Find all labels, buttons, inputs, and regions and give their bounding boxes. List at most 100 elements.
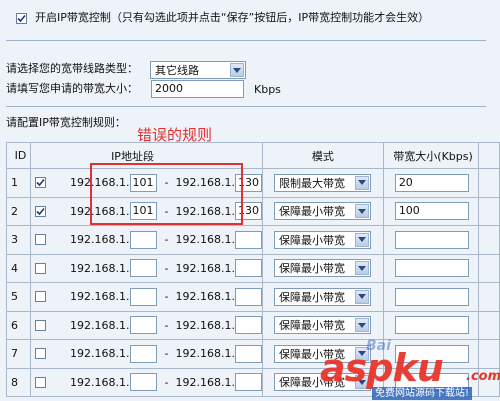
- divider-middle: [6, 106, 486, 107]
- enable-bandwidth-control-label: 开启IP带宽控制（只有勾选此项并点击“保存”按钮后，IP带宽控制功能才会生效）: [35, 11, 430, 24]
- ip-start-input[interactable]: [129, 316, 157, 335]
- ip-end-input[interactable]: [234, 316, 262, 335]
- row-bandwidth-cell: 20: [382, 168, 480, 198]
- bandwidth-limit-input[interactable]: [394, 259, 469, 278]
- row-spare-cell: [478, 310, 500, 340]
- row-id-cell: 4: [5, 253, 32, 283]
- row-id: 2: [11, 204, 18, 218]
- row-spare-cell: [478, 253, 500, 283]
- chevron-down-icon: [230, 63, 244, 77]
- line-type-label: 请选择您的宽带线路类型：: [6, 62, 138, 75]
- ip-end-prefix: 192.168.1.: [175, 261, 235, 275]
- watermark-slogan: 免费网站源码下载站!: [372, 387, 473, 400]
- row-ip-cell: 192.168.1. -192.168.1.: [30, 367, 263, 397]
- ip-end-input[interactable]: [234, 344, 262, 363]
- ip-start-input[interactable]: [129, 373, 157, 392]
- row-enable-checkbox[interactable]: [35, 348, 47, 360]
- ip-end-prefix: 192.168.1.: [175, 347, 235, 361]
- row-enable-checkbox[interactable]: [35, 291, 47, 303]
- mode-select[interactable]: 保障最小带宽: [273, 287, 371, 306]
- row-ip-cell: 192.168.1. -192.168.1.: [30, 282, 263, 312]
- table-row: 4 192.168.1. -192.168.1. 保障最小带宽: [5, 253, 500, 283]
- ip-range-dash: -: [164, 375, 169, 389]
- mode-selected-value: 保障最小带宽: [278, 262, 345, 276]
- row-enable-checkbox[interactable]: [35, 262, 47, 274]
- ip-start-input[interactable]: [129, 287, 157, 306]
- enable-bandwidth-control-checkbox[interactable]: [16, 13, 27, 24]
- checkmark-icon: [17, 14, 26, 23]
- line-type-selected-value: 其它线路: [155, 64, 199, 77]
- mode-select[interactable]: 保障最小带宽: [273, 202, 371, 221]
- ip-end-input[interactable]: [234, 230, 262, 249]
- mode-selected-value: 保障最小带宽: [278, 319, 345, 333]
- row-id-cell: 8: [5, 367, 32, 397]
- ip-end-prefix: 192.168.1.: [175, 233, 235, 247]
- mode-select[interactable]: 保障最小带宽: [273, 316, 371, 335]
- ip-end-input[interactable]: [234, 287, 262, 306]
- ip-end-input[interactable]: [234, 373, 262, 392]
- row-id-cell: 7: [5, 339, 32, 369]
- ip-start-prefix: 192.168.1.: [70, 290, 130, 304]
- mode-select[interactable]: 保障最小带宽: [273, 259, 371, 278]
- row-mode-cell: 保障最小带宽: [261, 196, 384, 226]
- ip-start-input[interactable]: [129, 259, 157, 278]
- bandwidth-label: 请填写您申请的带宽大小：: [6, 82, 138, 95]
- ip-range-dash: -: [164, 261, 169, 275]
- bandwidth-unit: Kbps: [254, 83, 281, 96]
- bandwidth-input[interactable]: 2000: [151, 80, 244, 98]
- site-watermark: aspku .com Bai 免费网站源码下载站!: [318, 338, 500, 401]
- row-bandwidth-cell: [382, 310, 480, 340]
- row-enable-checkbox[interactable]: [35, 319, 47, 331]
- row-id: 4: [11, 261, 18, 275]
- mode-select[interactable]: 保障最小带宽: [273, 230, 371, 249]
- row-enable-checkbox[interactable]: [35, 205, 47, 217]
- mode-selected-value: 保障最小带宽: [278, 205, 345, 219]
- bandwidth-limit-input[interactable]: [394, 316, 469, 335]
- ip-range-dash: -: [164, 233, 169, 247]
- row-enable-checkbox[interactable]: [35, 177, 47, 189]
- mode-select[interactable]: 限制最大带宽: [273, 173, 371, 192]
- row-enable-checkbox[interactable]: [35, 234, 47, 246]
- ip-start-prefix: 192.168.1.: [70, 347, 130, 361]
- row-ip-cell: 192.168.1. -192.168.1.: [30, 310, 263, 340]
- row-id: 1: [11, 176, 18, 190]
- bandwidth-limit-input[interactable]: [394, 230, 469, 249]
- watermark-logo-tld: .com: [466, 369, 500, 384]
- bandwidth-limit-input[interactable]: [394, 287, 469, 306]
- ip-start-prefix: 192.168.1.: [70, 375, 130, 389]
- watermark-baidu: Bai: [366, 338, 391, 354]
- chevron-down-icon: [354, 289, 369, 304]
- ip-start-prefix: 192.168.1.: [70, 318, 130, 332]
- row-ip-cell: 192.168.1. -192.168.1.: [30, 225, 263, 255]
- row-ip-cell: 192.168.1. -192.168.1.: [30, 253, 263, 283]
- row-spare-cell: [478, 282, 500, 312]
- row-mode-cell: 限制最大带宽: [261, 168, 384, 198]
- ip-start-input[interactable]: [129, 230, 157, 249]
- row-enable-checkbox[interactable]: [35, 376, 47, 388]
- ip-end-prefix: 192.168.1.: [175, 318, 235, 332]
- header-spare: [478, 142, 500, 169]
- row-bandwidth-cell: [382, 225, 480, 255]
- row-mode-cell: 保障最小带宽: [261, 225, 384, 255]
- mode-selected-value: 保障最小带宽: [278, 290, 345, 304]
- ip-start-input[interactable]: [129, 344, 157, 363]
- mode-selected-value: 限制最大带宽: [278, 176, 345, 190]
- row-id-cell: 6: [5, 310, 32, 340]
- table-row: 6 192.168.1. -192.168.1. 保障最小带宽: [5, 310, 500, 340]
- table-row: 3 192.168.1. -192.168.1. 保障最小带宽: [5, 225, 500, 255]
- bandwidth-limit-input[interactable]: 20: [394, 173, 469, 192]
- row-bandwidth-cell: [382, 253, 480, 283]
- bandwidth-limit-input[interactable]: 100: [394, 202, 469, 221]
- row-mode-cell: 保障最小带宽: [261, 282, 384, 312]
- table-row: 5 192.168.1. -192.168.1. 保障最小带宽: [5, 282, 500, 312]
- error-annotation-text: 错误的规则: [137, 126, 213, 144]
- header-bandwidth: 带宽大小(Kbps): [382, 142, 480, 169]
- row-id: 8: [11, 375, 18, 389]
- ip-end-input[interactable]: [234, 259, 262, 278]
- ip-range-dash: -: [164, 347, 169, 361]
- line-type-select[interactable]: 其它线路: [150, 61, 246, 79]
- table-row: 2 192.168.1. 101-192.168.1. 130 保障最小带宽 100: [5, 196, 500, 226]
- checkmark-icon: [36, 207, 45, 215]
- rules-label: 请配置IP带宽控制规则：: [6, 116, 126, 129]
- row-id-cell: 2: [5, 196, 32, 226]
